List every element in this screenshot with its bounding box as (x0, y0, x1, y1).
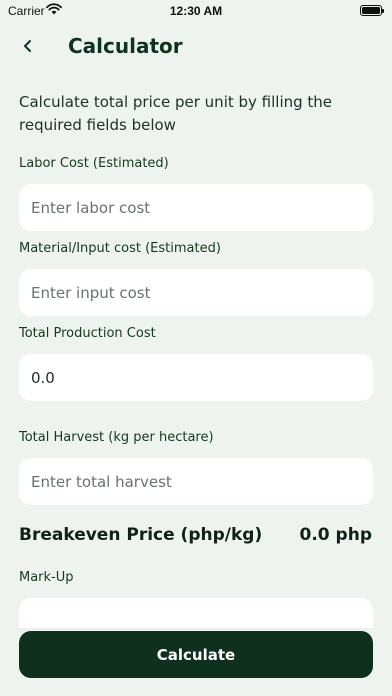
markup-input[interactable] (19, 598, 373, 628)
chevron-left-icon (24, 40, 31, 52)
total-harvest-input[interactable] (19, 458, 373, 505)
breakeven-price-value: 0.0 php (299, 525, 372, 545)
total-production-cost-input[interactable] (19, 354, 373, 401)
markup-label: Mark-Up (19, 570, 74, 585)
battery-icon (360, 5, 384, 16)
material-cost-label: Material/Input cost (Estimated) (19, 241, 221, 256)
status-bar: Carrier 12:30 AM (0, 0, 392, 22)
material-cost-input[interactable] (19, 269, 373, 316)
header: Calculator (0, 30, 392, 62)
breakeven-price-label: Breakeven Price (php/kg) (19, 525, 263, 545)
labor-cost-label: Labor Cost (Estimated) (19, 156, 169, 171)
page-description: Calculate total price per unit by fillin… (19, 93, 333, 134)
back-button[interactable] (14, 32, 42, 60)
status-time: 12:30 AM (169, 4, 223, 18)
total-harvest-label: Total Harvest (kg per hectare) (19, 430, 214, 445)
page-title: Calculator (68, 34, 183, 58)
total-production-cost-label: Total Production Cost (19, 326, 156, 341)
calculate-button[interactable]: Calculate (19, 631, 373, 678)
labor-cost-input[interactable] (19, 184, 373, 231)
